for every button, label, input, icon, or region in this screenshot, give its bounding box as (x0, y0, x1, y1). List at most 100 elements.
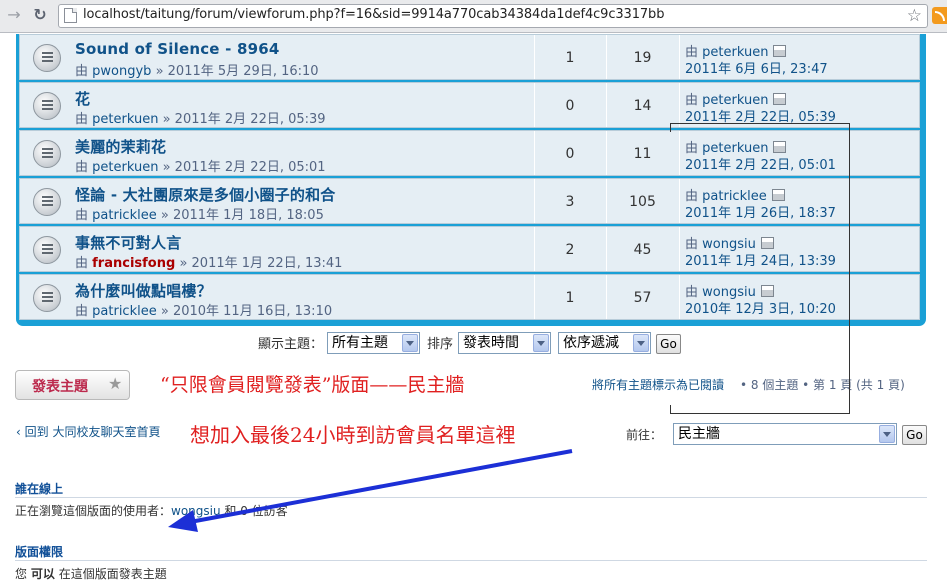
permissions-prefix: 您 (15, 567, 28, 581)
topic-read-icon (33, 284, 61, 312)
annotation-bracket (670, 123, 850, 414)
views-count: 57 (633, 290, 652, 306)
by-label: 由 (75, 256, 89, 271)
chevron-left-icon: ‹ (16, 425, 21, 439)
view-latest-post-icon[interactable] (773, 45, 787, 57)
replies-cell: 0 (534, 131, 607, 175)
forum-permissions-heading: 版面權限 (15, 545, 64, 559)
replies-cell: 0 (534, 83, 607, 127)
topic-title[interactable]: 為什麼叫做點唱樓？ (75, 280, 212, 301)
replies-cell: 3 (534, 179, 607, 223)
sort-by-select[interactable]: 發表時間 (458, 332, 551, 354)
back-to-index-link[interactable]: ‹ 回到 大同校友聊天室首頁 (16, 423, 160, 440)
bookmark-star-icon[interactable]: ☆ (907, 5, 922, 27)
sort-label: 排序 (427, 337, 454, 352)
back-to-index-label: 回到 大同校友聊天室首頁 (24, 425, 161, 439)
topic-author[interactable]: francisfong (92, 256, 175, 271)
topic-row: Sound of Silence - 8964 由 pwongyb » 2011… (19, 34, 920, 80)
address-url[interactable]: localhost/taitung/forum/viewforum.php?f=… (83, 7, 664, 22)
replies-cell: 2 (534, 227, 607, 271)
online-users-text: 正在瀏覽這個版面的使用者：wongsiu 和 0 位訪客 (15, 502, 288, 519)
topic-row: 花 由 peterkuen » 2011年 2月 22日, 05:39 0 14… (19, 82, 920, 128)
by-label: 由 (75, 112, 89, 127)
topic-meta: 由 peterkuen » 2011年 2月 22日, 05:39 (75, 108, 326, 127)
topic-author[interactable]: patricklee (92, 304, 157, 319)
replies-count: 0 (565, 146, 575, 162)
topic-meta: 由 patricklee » 2011年 1月 18日, 18:05 (75, 204, 324, 223)
reload-icon[interactable]: ↻ (30, 5, 50, 25)
topic-title[interactable]: 怪論 - 大社團原來是多個小圈子的和合 (75, 184, 335, 205)
topic-title[interactable]: 事無不可對人言 (75, 232, 181, 253)
replies-cell: 1 (534, 35, 607, 79)
star-icon: ★ (108, 374, 123, 393)
last-post-cell: 由 peterkuen 2011年 6月 6日, 23:47 (679, 35, 921, 79)
view-latest-post-icon[interactable] (773, 93, 787, 105)
topic-read-icon (33, 92, 61, 120)
rss-icon[interactable] (932, 7, 947, 24)
display-topics-value: 所有主題 (332, 335, 388, 351)
browser-toolbar: → ↻ localhost/taitung/forum/viewforum.ph… (0, 0, 947, 33)
address-bar[interactable]: localhost/taitung/forum/viewforum.php?f=… (58, 4, 928, 28)
topic-title[interactable]: Sound of Silence - 8964 (75, 40, 280, 58)
topic-meta: 由 patricklee » 2010年 11月 16日, 13:10 (75, 300, 332, 319)
views-cell: 105 (606, 179, 680, 223)
topic-date: » 2011年 1月 22日, 13:41 (179, 256, 343, 271)
display-topics-select[interactable]: 所有主題 (327, 332, 420, 354)
views-count: 14 (633, 98, 652, 114)
topic-date: » 2011年 1月 18日, 18:05 (160, 208, 324, 223)
by-label: 由 (75, 160, 89, 175)
post-new-topic-button[interactable]: 發表主題 ★ (15, 370, 130, 400)
views-count: 105 (629, 194, 656, 210)
jump-to-value: 民主牆 (678, 426, 720, 442)
sort-order-value: 依序遞減 (563, 335, 619, 351)
jump-to-label: 前往： (626, 428, 663, 442)
sort-order-select[interactable]: 依序遞減 (558, 332, 651, 354)
chevron-down-icon[interactable] (533, 334, 549, 352)
views-cell: 45 (606, 227, 680, 271)
divider (15, 560, 927, 561)
topic-meta: 由 peterkuen » 2011年 2月 22日, 05:01 (75, 156, 326, 175)
chevron-down-icon[interactable] (402, 334, 418, 352)
jump-go-button[interactable]: Go (902, 425, 927, 445)
topic-meta: 由 pwongyb » 2011年 5月 29日, 16:10 (75, 60, 319, 79)
topic-date: » 2011年 2月 22日, 05:01 (162, 160, 326, 175)
jump-to-select[interactable]: 民主牆 (673, 423, 897, 445)
divider (15, 497, 927, 498)
replies-count: 2 (565, 242, 575, 258)
replies-count: 3 (565, 194, 575, 210)
online-user[interactable]: wongsiu (171, 504, 221, 518)
topic-date: » 2011年 2月 22日, 05:39 (162, 112, 326, 127)
topic-cell: 花 由 peterkuen » 2011年 2月 22日, 05:39 (20, 83, 535, 127)
online-prefix: 正在瀏覽這個版面的使用者： (15, 504, 172, 518)
post-new-topic-label: 發表主題 (32, 379, 88, 395)
topic-author[interactable]: patricklee (92, 208, 157, 223)
chevron-down-icon[interactable] (879, 425, 895, 443)
topic-meta: 由 francisfong » 2011年 1月 22日, 13:41 (75, 252, 342, 271)
views-cell: 14 (606, 83, 680, 127)
views-count: 19 (633, 50, 652, 66)
topic-cell: 美麗的茉莉花 由 peterkuen » 2011年 2月 22日, 05:01 (20, 131, 535, 175)
topic-cell: Sound of Silence - 8964 由 pwongyb » 2011… (20, 35, 535, 79)
permissions-can: 可以 (30, 567, 55, 581)
back-arrow-icon[interactable]: → (4, 5, 24, 25)
views-count: 45 (633, 242, 652, 258)
annotation-text: 想加入最後24小時到訪會員名單這裡 (190, 423, 516, 447)
page-icon (64, 8, 77, 23)
permissions-suffix: 在這個版面發表主題 (58, 567, 167, 581)
views-cell: 57 (606, 275, 680, 319)
topic-date: » 2011年 5月 29日, 16:10 (155, 64, 319, 79)
topic-author[interactable]: pwongyb (92, 64, 151, 79)
display-topics-label: 顯示主題： (258, 337, 324, 352)
topic-author[interactable]: peterkuen (92, 112, 158, 127)
topic-title[interactable]: 美麗的茉莉花 (75, 136, 166, 157)
topic-title[interactable]: 花 (75, 88, 90, 109)
chevron-down-icon[interactable] (633, 334, 649, 352)
by-label: 由 (75, 208, 89, 223)
topic-date: » 2010年 11月 16日, 13:10 (160, 304, 333, 319)
topic-author[interactable]: peterkuen (92, 160, 158, 175)
sort-by-value: 發表時間 (463, 335, 519, 351)
topic-read-icon (33, 140, 61, 168)
topic-read-icon (33, 188, 61, 216)
last-post-cell: 由 peterkuen 2011年 2月 22日, 05:39 (679, 83, 921, 127)
topic-cell: 為什麼叫做點唱樓？ 由 patricklee » 2010年 11月 16日, … (20, 275, 535, 319)
